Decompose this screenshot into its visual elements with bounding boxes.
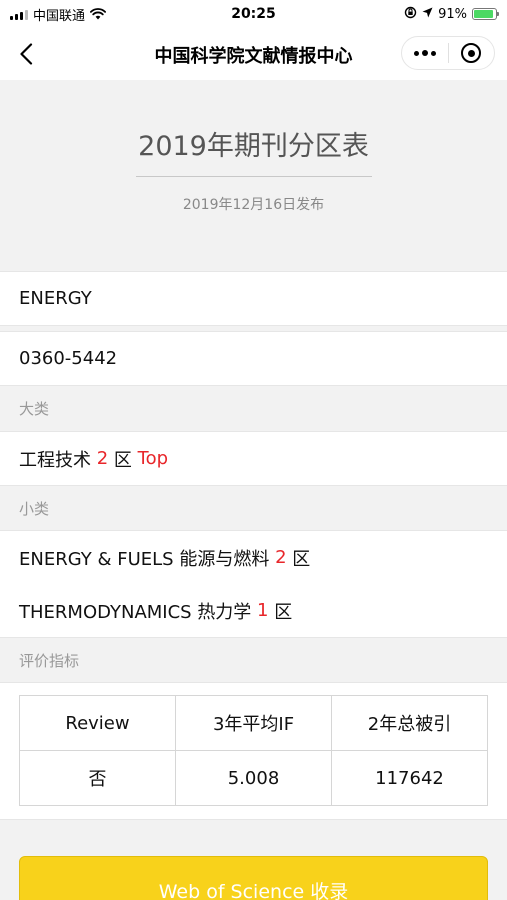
major-category-zone: 2 bbox=[96, 448, 109, 469]
metrics-table: Review 3年平均IF 2年总被引 否 5.008 117642 bbox=[19, 695, 488, 806]
more-button[interactable] bbox=[402, 37, 448, 69]
major-category-row: 工程技术 2 区 Top bbox=[0, 431, 507, 486]
title-divider bbox=[136, 176, 372, 177]
battery-fill bbox=[474, 10, 494, 18]
carrier-label: 中国联通 bbox=[33, 8, 86, 24]
publish-date: 2019年12月16日发布 bbox=[182, 197, 325, 213]
metrics-value-cell: 117642 bbox=[331, 750, 488, 806]
more-dots-icon bbox=[413, 50, 419, 56]
minor-category-zone: 2 bbox=[275, 547, 287, 568]
wifi-icon bbox=[90, 8, 107, 20]
location-icon bbox=[422, 7, 433, 22]
major-category-name: 工程技术 bbox=[19, 449, 91, 471]
top-badge: Top bbox=[137, 448, 169, 469]
metrics-header-cell: 2年总被引 bbox=[331, 695, 488, 751]
metrics-value-cell: 否 bbox=[19, 750, 176, 806]
nav-bar: 中国科学院文献情报中心 bbox=[0, 28, 507, 80]
metrics-header-cell: 3年平均IF bbox=[175, 695, 332, 751]
status-left: 中国联通 bbox=[10, 5, 107, 24]
metrics-value-cell: 5.008 bbox=[175, 750, 332, 806]
status-right: 91% bbox=[404, 6, 499, 23]
minor-category-row: ENERGY & FUELS 能源与燃料 2 区 bbox=[0, 530, 507, 585]
battery-percent: 91% bbox=[438, 6, 467, 22]
header-section: 2019年期刊分区表 2019年12月16日发布 bbox=[0, 80, 507, 272]
minor-category-zone-suffix: 区 bbox=[274, 601, 293, 623]
close-circle-icon bbox=[461, 43, 482, 63]
minor-category-zone-suffix: 区 bbox=[292, 548, 311, 570]
web-of-science-button[interactable]: Web of Science 收录 bbox=[19, 856, 488, 900]
minor-category-name: ENERGY & FUELS 能源与燃料 bbox=[19, 548, 270, 570]
page-title: 2019年期刊分区表 bbox=[138, 131, 369, 162]
minor-category-zone: 1 bbox=[257, 600, 269, 621]
close-button[interactable] bbox=[449, 37, 495, 69]
battery-icon bbox=[472, 8, 499, 20]
minor-category-label: 小类 bbox=[19, 500, 50, 518]
minor-category-row: THERMODYNAMICS 热力学 1 区 bbox=[0, 584, 507, 638]
rotation-lock-icon bbox=[404, 6, 417, 23]
signal-icon bbox=[10, 9, 28, 20]
status-bar: 中国联通 20:25 91% bbox=[0, 0, 507, 28]
metrics-section: Review 3年平均IF 2年总被引 否 5.008 117642 bbox=[0, 682, 507, 820]
major-category-label: 大类 bbox=[19, 400, 50, 418]
journal-name-row: ENERGY bbox=[0, 271, 507, 326]
journal-issn: 0360-5442 bbox=[19, 348, 118, 369]
metrics-label: 评价指标 bbox=[19, 652, 80, 670]
issn-row: 0360-5442 bbox=[0, 331, 507, 386]
metrics-header-row: Review 3年平均IF 2年总被引 bbox=[19, 695, 488, 751]
major-category-zone-suffix: 区 bbox=[113, 449, 132, 471]
minor-category-name: THERMODYNAMICS 热力学 bbox=[19, 601, 252, 623]
journal-name: ENERGY bbox=[19, 288, 92, 309]
mini-program-capsule bbox=[401, 36, 495, 70]
metrics-header-cell: Review bbox=[19, 695, 176, 751]
metrics-value-row: 否 5.008 117642 bbox=[19, 750, 488, 806]
